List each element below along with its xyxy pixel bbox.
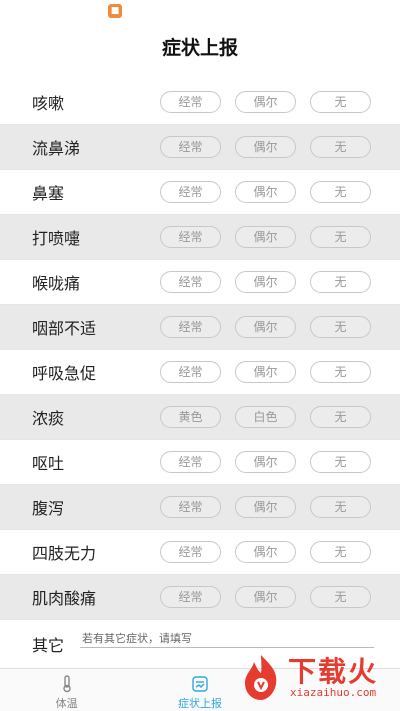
other-label: 其它 — [32, 636, 65, 655]
symptom-row: 肌肉酸痛 经常 偶尔无 — [0, 575, 400, 620]
option-button[interactable]: 无 — [310, 406, 371, 428]
option-button[interactable]: 偶尔 — [235, 316, 296, 338]
tab-symptom-report-label: 症状上报 — [177, 697, 222, 710]
option-button[interactable]: 偶尔 — [235, 496, 296, 518]
app-icon: ■ — [108, 4, 122, 18]
option-button[interactable]: 无 — [310, 586, 371, 608]
option-button[interactable]: 偶尔 — [235, 226, 296, 248]
option-button[interactable]: 无 — [310, 91, 371, 113]
other-symptom-input[interactable] — [80, 630, 374, 648]
watermark: 下载火 xiazaihuo.com — [236, 648, 396, 706]
symptom-label: 鼻塞 — [32, 184, 65, 203]
symptom-options: 经常 偶尔无 — [160, 541, 371, 563]
symptom-label: 腹泻 — [32, 499, 65, 518]
option-button[interactable]: 偶尔 — [235, 541, 296, 563]
symptom-label: 打喷嚏 — [32, 229, 81, 248]
symptom-label: 呼吸急促 — [32, 364, 97, 383]
watermark-url: xiazaihuo.com — [290, 686, 377, 699]
option-button[interactable]: 偶尔 — [235, 586, 296, 608]
symptom-options: 经常 偶尔无 — [160, 91, 371, 113]
option-button[interactable]: 偶尔 — [235, 181, 296, 203]
option-button[interactable]: 无 — [310, 226, 371, 248]
symptom-options: 经常 偶尔无 — [160, 586, 371, 608]
fire-logo-icon — [245, 655, 277, 700]
option-button[interactable]: 无 — [310, 496, 371, 518]
option-button[interactable]: 经常 — [160, 586, 221, 608]
option-button[interactable]: 无 — [310, 181, 371, 203]
option-button[interactable]: 偶尔 — [235, 91, 296, 113]
option-button[interactable]: 经常 — [160, 451, 221, 473]
option-button[interactable]: 无 — [310, 271, 371, 293]
symptom-row: 打喷嚏 经常 偶尔无 — [0, 215, 400, 260]
symptom-list: 咳嗽 经常 偶尔无流鼻涕 经常 偶尔无鼻塞 经常 偶尔无打喷嚏 经常 偶尔无喉咙痛 经常 偶尔无咽部… — [0, 80, 400, 620]
option-button[interactable]: 经常 — [160, 496, 221, 518]
symptom-label: 流鼻涕 — [32, 139, 81, 158]
thermometer-icon — [62, 675, 71, 693]
symptom-row: 流鼻涕 经常 偶尔无 — [0, 125, 400, 170]
option-button[interactable]: 偶尔 — [235, 271, 296, 293]
symptom-label: 肌肉酸痛 — [32, 589, 97, 608]
symptom-options: 经常 偶尔无 — [160, 181, 371, 203]
watermark-text: 下载火 — [288, 655, 379, 688]
option-button[interactable]: 偶尔 — [235, 451, 296, 473]
symptom-options: 经常 偶尔无 — [160, 496, 371, 518]
option-button[interactable]: 经常 — [160, 226, 221, 248]
option-button[interactable]: 黄色 — [160, 406, 221, 428]
option-button[interactable]: 经常 — [160, 181, 221, 203]
symptom-label: 浓痰 — [32, 409, 65, 428]
symptom-label: 呕吐 — [32, 454, 65, 473]
symptom-options: 经常 偶尔无 — [160, 316, 371, 338]
option-button[interactable]: 无 — [310, 136, 371, 158]
symptom-row: 四肢无力 经常 偶尔无 — [0, 530, 400, 575]
option-button[interactable]: 偶尔 — [235, 361, 296, 383]
option-button[interactable]: 无 — [310, 361, 371, 383]
symptom-row: 腹泻 经常 偶尔无 — [0, 485, 400, 530]
tab-temperature-label: 体温 — [55, 697, 78, 710]
option-button[interactable]: 经常 — [160, 136, 221, 158]
symptom-row: 鼻塞 经常 偶尔无 — [0, 170, 400, 215]
symptom-options: 经常 偶尔无 — [160, 136, 371, 158]
option-button[interactable]: 无 — [310, 541, 371, 563]
symptom-label: 咽部不适 — [32, 319, 97, 338]
option-button[interactable]: 经常 — [160, 271, 221, 293]
symptom-label: 四肢无力 — [32, 544, 97, 563]
page-title: 症状上报 — [161, 37, 238, 59]
symptom-options: 经常 偶尔无 — [160, 271, 371, 293]
option-button[interactable]: 经常 — [160, 91, 221, 113]
symptom-row: 浓痰 黄色 白色无 — [0, 395, 400, 440]
symptom-options: 经常 偶尔无 — [160, 451, 371, 473]
symptom-row: 咳嗽 经常 偶尔无 — [0, 80, 400, 125]
symptom-row: 呼吸急促 经常 偶尔无 — [0, 350, 400, 395]
option-button[interactable]: 偶尔 — [235, 136, 296, 158]
tab-temperature[interactable]: 体温 — [0, 669, 133, 711]
report-icon — [192, 676, 208, 692]
symptom-options: 经常 偶尔无 — [160, 226, 371, 248]
option-button[interactable]: 无 — [310, 451, 371, 473]
option-button[interactable]: 经常 — [160, 541, 221, 563]
symptom-label: 喉咙痛 — [32, 274, 81, 293]
option-button[interactable]: 经常 — [160, 316, 221, 338]
option-button[interactable]: 经常 — [160, 361, 221, 383]
symptom-options: 黄色 白色无 — [160, 406, 371, 428]
symptom-options: 经常 偶尔无 — [160, 361, 371, 383]
option-button[interactable]: 无 — [310, 316, 371, 338]
symptom-row: 喉咙痛 经常 偶尔无 — [0, 260, 400, 305]
option-button[interactable]: 白色 — [235, 406, 296, 428]
symptom-label: 咳嗽 — [32, 94, 65, 113]
status-bar: ■ — [0, 0, 400, 28]
symptom-row: 咽部不适 经常 偶尔无 — [0, 305, 400, 350]
symptom-row: 呕吐 经常 偶尔无 — [0, 440, 400, 485]
